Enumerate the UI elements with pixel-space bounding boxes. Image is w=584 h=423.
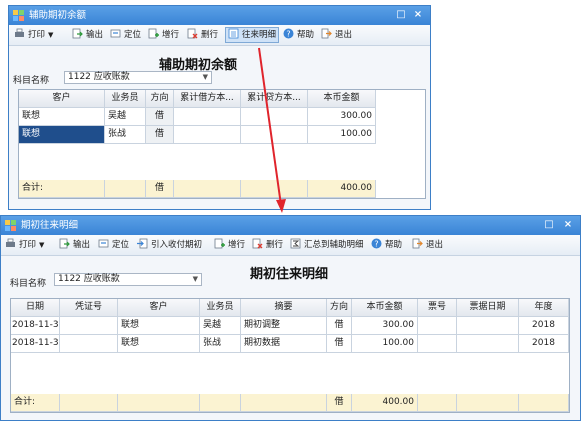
annotation-arrow: [258, 47, 286, 213]
